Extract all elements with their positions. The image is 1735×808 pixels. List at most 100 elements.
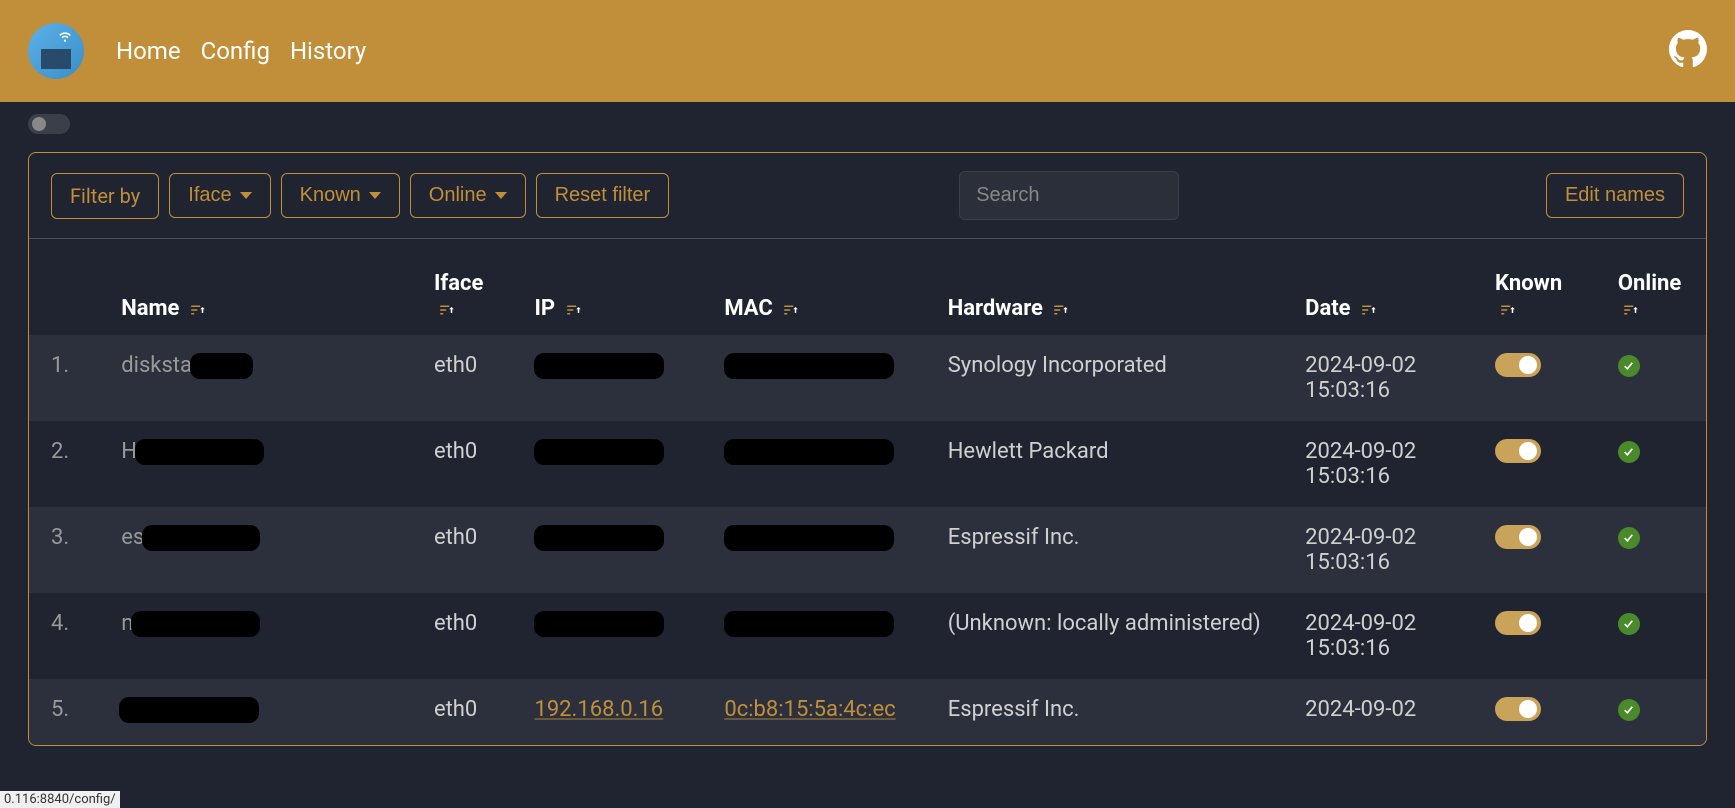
col-iface[interactable]: Iface xyxy=(420,239,521,335)
check-icon xyxy=(1618,613,1640,635)
row-num: 3. xyxy=(29,507,107,593)
nav-config[interactable]: Config xyxy=(201,37,270,65)
sort-icon xyxy=(1622,300,1640,318)
top-toggle[interactable] xyxy=(28,114,70,134)
sort-icon xyxy=(1052,300,1070,318)
row-online xyxy=(1604,335,1706,421)
sort-icon xyxy=(1360,300,1378,318)
mac-link[interactable] xyxy=(724,525,894,550)
filter-known-dropdown[interactable]: Known xyxy=(281,173,400,218)
caret-down-icon xyxy=(369,192,381,199)
col-online[interactable]: Online xyxy=(1604,239,1706,335)
hosts-table: Name Iface IP xyxy=(29,239,1706,745)
sort-icon xyxy=(565,300,583,318)
edit-names-button[interactable]: Edit names xyxy=(1546,173,1684,218)
main-panel: Filter by Iface Known Online Reset filte… xyxy=(28,152,1707,746)
known-toggle[interactable] xyxy=(1495,611,1541,635)
github-icon xyxy=(1669,30,1707,68)
ip-link[interactable] xyxy=(534,439,664,464)
table-row: 3.eseth0 Espressif Inc.2024-09-0215:03:16 xyxy=(29,507,1706,593)
row-name: n xyxy=(107,593,420,679)
row-num: 5. xyxy=(29,679,107,745)
mac-link[interactable] xyxy=(724,353,894,378)
table-row: 2.Heth0 Hewlett Packard2024-09-0215:03:16 xyxy=(29,421,1706,507)
col-hardware[interactable]: Hardware xyxy=(934,239,1291,335)
row-mac xyxy=(710,507,933,593)
mac-link[interactable] xyxy=(724,611,894,636)
row-ip: 192.168.0.16 xyxy=(520,679,710,745)
row-date: 2024-09-0215:03:16 xyxy=(1291,335,1481,421)
filter-online-dropdown[interactable]: Online xyxy=(410,173,526,218)
sort-icon xyxy=(438,300,456,318)
wifi-icon xyxy=(58,29,72,47)
row-name: H xyxy=(107,421,420,507)
known-toggle[interactable] xyxy=(1495,353,1541,377)
check-icon xyxy=(1618,355,1640,377)
table-row: 4.neth0(Unknown: locally administered)20… xyxy=(29,593,1706,679)
table-row: 1.diskstaeth0 Synology Incorporated2024-0… xyxy=(29,335,1706,421)
known-toggle[interactable] xyxy=(1495,525,1541,549)
row-mac xyxy=(710,421,933,507)
row-date: 2024-09-0215:03:16 xyxy=(1291,507,1481,593)
row-hardware: Espressif Inc. xyxy=(934,679,1291,745)
check-icon xyxy=(1618,527,1640,549)
row-online xyxy=(1604,507,1706,593)
row-name xyxy=(107,679,420,745)
row-iface: eth0 xyxy=(420,679,521,745)
col-mac[interactable]: MAC xyxy=(710,239,933,335)
ip-link[interactable]: 192.168.0.16 xyxy=(534,697,663,722)
col-ip[interactable]: IP xyxy=(520,239,710,335)
row-iface: eth0 xyxy=(420,593,521,679)
col-known[interactable]: Known xyxy=(1481,239,1604,335)
known-toggle[interactable] xyxy=(1495,697,1541,721)
row-date: 2024-09-0215:03:16 xyxy=(1291,593,1481,679)
row-date: 2024-09-0215:03:16 xyxy=(1291,421,1481,507)
row-online xyxy=(1604,679,1706,745)
reset-filter-button[interactable]: Reset filter xyxy=(536,173,670,218)
row-num: 2. xyxy=(29,421,107,507)
status-bar: 0.116:8840/config/ xyxy=(0,791,120,808)
caret-down-icon xyxy=(495,192,507,199)
row-iface: eth0 xyxy=(420,507,521,593)
ip-link[interactable] xyxy=(534,353,664,378)
row-ip xyxy=(520,335,710,421)
row-mac xyxy=(710,593,933,679)
row-online xyxy=(1604,421,1706,507)
github-link[interactable] xyxy=(1669,30,1707,72)
row-hardware: Synology Incorporated xyxy=(934,335,1291,421)
filter-iface-dropdown[interactable]: Iface xyxy=(169,173,270,218)
row-ip xyxy=(520,421,710,507)
filter-known-label: Known xyxy=(300,184,361,207)
filter-iface-label: Iface xyxy=(188,184,231,207)
check-icon xyxy=(1618,699,1640,721)
col-name[interactable]: Name xyxy=(107,239,420,335)
mac-link[interactable]: 0c:b8:15:5a:4c:ec xyxy=(724,697,895,722)
row-iface: eth0 xyxy=(420,421,521,507)
row-num: 1. xyxy=(29,335,107,421)
app-header: Home Config History xyxy=(0,0,1735,102)
row-hardware: Espressif Inc. xyxy=(934,507,1291,593)
known-toggle[interactable] xyxy=(1495,439,1541,463)
row-hardware: Hewlett Packard xyxy=(934,421,1291,507)
app-logo[interactable] xyxy=(28,23,84,79)
row-known xyxy=(1481,421,1604,507)
filter-online-label: Online xyxy=(429,184,487,207)
caret-down-icon xyxy=(240,192,252,199)
row-name: disksta xyxy=(107,335,420,421)
table-wrap[interactable]: Name Iface IP xyxy=(29,239,1706,745)
nav-history[interactable]: History xyxy=(290,37,366,65)
row-iface: eth0 xyxy=(420,335,521,421)
search-input[interactable] xyxy=(959,171,1179,220)
ip-link[interactable] xyxy=(534,525,664,550)
sort-icon xyxy=(1499,300,1517,318)
nav-links: Home Config History xyxy=(116,37,366,65)
col-date[interactable]: Date xyxy=(1291,239,1481,335)
mac-link[interactable] xyxy=(724,439,894,464)
ip-link[interactable] xyxy=(534,611,664,636)
row-date: 2024-09-02 xyxy=(1291,679,1481,745)
row-name: es xyxy=(107,507,420,593)
filter-by-label: Filter by xyxy=(51,173,159,219)
row-mac xyxy=(710,335,933,421)
nav-home[interactable]: Home xyxy=(116,37,181,65)
header-left: Home Config History xyxy=(28,23,366,79)
